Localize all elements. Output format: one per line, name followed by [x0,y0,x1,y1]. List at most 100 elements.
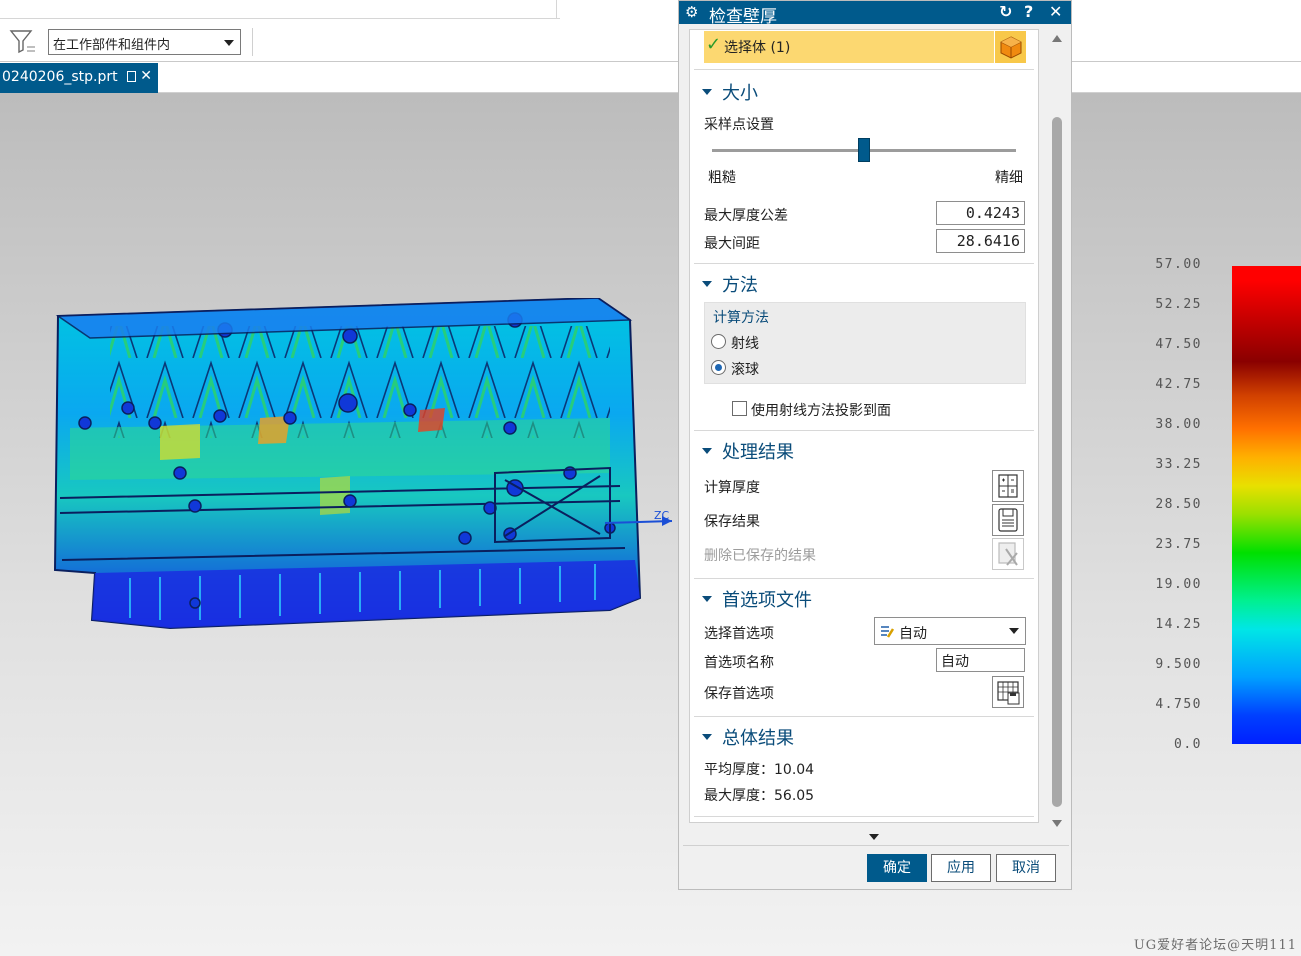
delete-saved-label: 删除已保存的结果 [704,548,816,564]
legend-value: 33.25 [1155,457,1202,472]
legend-value: 14.25 [1155,617,1202,632]
section-processing-header[interactable]: 处理结果 [702,438,794,464]
radio-rolling-ball[interactable] [711,360,726,375]
section-size-title: 大小 [722,83,758,104]
save-pref-icon [997,681,1020,705]
section-method-header[interactable]: 方法 [702,271,758,297]
collapse-triangle-icon [702,281,712,287]
cancel-button[interactable]: 取消 [996,854,1056,882]
save-pref-button[interactable] [992,676,1024,708]
gear-icon[interactable]: ⚙ [685,3,698,21]
scroll-up-icon[interactable] [1052,35,1062,42]
calc-method-group: 计算方法 射线 滚球 [704,302,1026,384]
radio-rolling-ball-label[interactable]: 滚球 [731,359,759,379]
scroll-down-icon[interactable] [1052,820,1062,827]
footer-divider [683,845,1069,846]
calc-method-label: 计算方法 [713,310,769,326]
scroll-thumb[interactable] [1052,117,1062,807]
expand-more-icon[interactable] [869,834,879,840]
compute-thickness-button[interactable] [992,470,1024,502]
chevron-down-icon [224,40,234,46]
apply-button[interactable]: 应用 [931,854,991,882]
collapse-triangle-icon [702,448,712,454]
section-preferences-title: 首选项文件 [722,590,812,611]
legend-value: 52.25 [1155,297,1202,312]
select-pref-dropdown[interactable]: 自动 [874,617,1026,645]
dialog-title-bar[interactable]: ⚙ 检查壁厚 ↻ ? ✕ [679,1,1071,27]
engine-block-model[interactable] [50,298,675,638]
select-body-row[interactable]: ✓ 选择体 (1) [704,31,1026,63]
section-divider [694,263,1034,264]
max-spacing-label: 最大间距 [704,236,760,252]
legend-value: 28.50 [1155,497,1202,512]
max-thickness-text: 最大厚度：56.05 [704,788,815,804]
avg-thickness-text: 平均厚度：10.04 [704,762,815,778]
close-icon[interactable]: ✕ [1049,2,1062,21]
close-icon[interactable]: ✕ [140,68,152,84]
radio-ray[interactable] [711,334,726,349]
watermark: UG爱好者论坛@天明111 [1133,938,1297,953]
pref-icon [881,626,895,638]
legend-value: 4.750 [1155,697,1202,712]
legend-value: 42.75 [1155,377,1202,392]
collapse-triangle-icon [702,596,712,602]
section-size-header[interactable]: 大小 [702,79,758,105]
help-icon[interactable]: ? [1024,2,1033,21]
sampling-slider-thumb[interactable] [858,138,870,162]
legend-value: 9.500 [1155,657,1202,672]
cube-icon[interactable] [994,31,1026,63]
dialog-scrollbar[interactable] [1049,29,1065,829]
section-summary-header[interactable]: 总体结果 [702,724,794,750]
thickness-legend-labels: 57.00 52.25 47.50 42.75 38.00 33.25 28.5… [1132,257,1202,777]
tab-strip [0,63,1301,93]
ok-button[interactable]: 确定 [867,854,927,882]
save-icon [998,508,1018,532]
legend-value: 23.75 [1155,537,1202,552]
delete-saved-button[interactable] [992,538,1024,570]
section-processing-title: 处理结果 [722,442,794,463]
toolbar-divider [252,28,253,56]
compute-thickness-label: 计算厚度 [704,480,760,496]
section-summary-title: 总体结果 [722,728,794,749]
top-toolbar: 在工作部件和组件内 [0,0,1301,62]
project-ray-checkbox[interactable] [732,401,747,416]
section-divider [694,69,1034,70]
dialog-title: 检查壁厚 [709,7,777,27]
tab-file[interactable]: 0240206_stp.prt ✕ [0,63,158,93]
thickness-icon [998,474,1018,498]
collapse-triangle-icon [702,734,712,740]
check-wall-thickness-dialog: ⚙ 检查壁厚 ↻ ? ✕ ✓ 选择体 (1) 大小 采样点设置 粗糙 精细 最大… [678,0,1072,890]
toolbar-divider [0,18,560,19]
save-result-label: 保存结果 [704,514,760,530]
axis-label-zc: ZC [654,509,670,522]
collapse-triangle-icon [702,89,712,95]
project-ray-label[interactable]: 使用射线方法投影到面 [751,400,891,420]
selection-scope-dropdown[interactable]: 在工作部件和组件内 [48,29,241,55]
pref-name-input[interactable]: 自动 [936,648,1025,672]
document-icon [127,71,136,82]
max-spacing-input[interactable]: 28.6416 [936,229,1025,253]
section-divider [694,578,1034,579]
section-method-title: 方法 [722,275,758,296]
sampling-label: 采样点设置 [704,117,774,133]
select-pref-value: 自动 [899,626,927,642]
tab-file-label: 0240206_stp.prt [2,69,118,85]
delete-result-icon [998,542,1018,566]
chevron-down-icon [1009,628,1019,634]
filter-icon[interactable] [8,26,38,56]
max-thickness-tol-input[interactable]: 0.4243 [936,201,1025,225]
check-icon: ✓ [706,34,722,55]
graphics-viewport[interactable]: ZC 57.00 52.25 47.50 42.75 38.00 33.25 2… [0,93,1301,956]
radio-ray-label[interactable]: 射线 [731,333,759,353]
reset-icon[interactable]: ↻ [999,2,1012,21]
slider-fine-label: 精细 [995,170,1023,186]
legend-value: 0.0 [1174,737,1202,752]
legend-value: 19.00 [1155,577,1202,592]
legend-value: 47.50 [1155,337,1202,352]
save-result-button[interactable] [992,504,1024,536]
legend-value: 57.00 [1155,257,1202,272]
toolbar-divider [556,0,557,18]
dialog-content: ✓ 选择体 (1) 大小 采样点设置 粗糙 精细 最大厚度公差 0.4243 最… [689,29,1039,823]
section-divider [694,816,1034,817]
section-preferences-header[interactable]: 首选项文件 [702,586,812,612]
